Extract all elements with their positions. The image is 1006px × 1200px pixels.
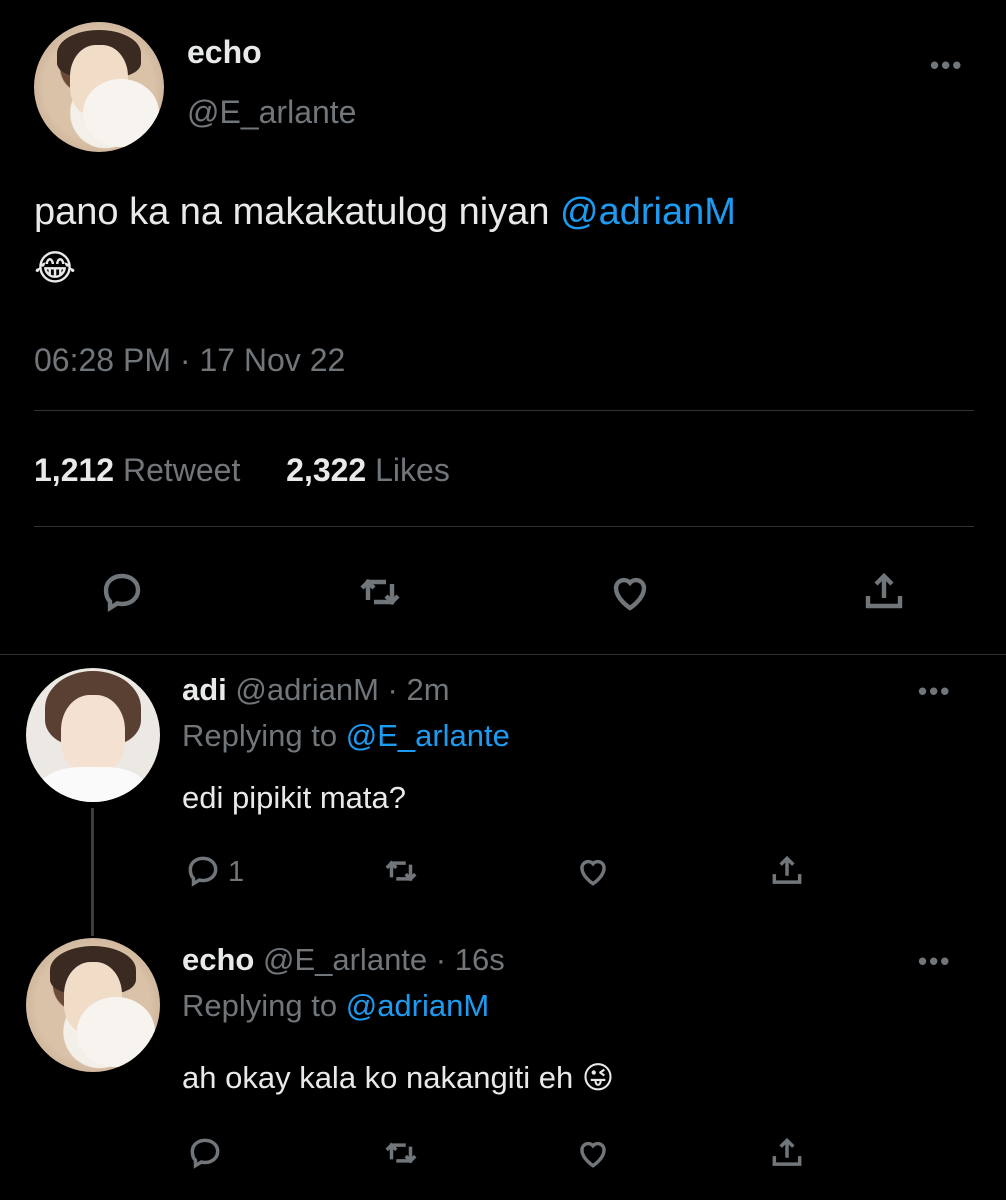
tweet-timestamp[interactable]: 06:28 PM · 17 Nov 22: [34, 342, 345, 379]
mention-link[interactable]: @E_arlante: [346, 718, 510, 753]
emoji-laughing-icon: 😂: [34, 247, 77, 288]
reply-header: echo @E_arlante · 16s: [182, 942, 505, 978]
like-icon[interactable]: [606, 568, 654, 616]
avatar[interactable]: [26, 668, 160, 802]
retweet-stat[interactable]: 1,212 Retweet: [34, 452, 249, 488]
replying-to: Replying to @adrianM: [182, 988, 489, 1024]
like-count: 2,322: [286, 452, 367, 488]
share-icon[interactable]: [768, 852, 806, 890]
reply-time[interactable]: · 2m: [388, 672, 450, 707]
replying-to-label: Replying to: [182, 718, 346, 753]
reply-count: 1: [228, 856, 245, 888]
replying-to-label: Replying to: [182, 988, 346, 1023]
reply-time[interactable]: · 16s: [436, 942, 505, 977]
reply-header: adi @adrianM · 2m: [182, 672, 450, 708]
mention-link[interactable]: @adrianM: [346, 988, 489, 1023]
engagement-stats: 1,212 Retweet 2,322 Likes: [34, 452, 450, 489]
retweet-icon[interactable]: [382, 1134, 420, 1172]
like-icon[interactable]: [574, 852, 612, 890]
handle[interactable]: @E_arlante: [187, 94, 356, 131]
display-name[interactable]: adi: [182, 672, 227, 707]
like-label: Likes: [375, 452, 450, 488]
divider: [0, 654, 1006, 655]
replying-to: Replying to @E_arlante: [182, 718, 510, 754]
avatar[interactable]: [34, 22, 164, 152]
display-name[interactable]: echo: [187, 34, 262, 71]
reply-text: edi pipikit mata?: [182, 780, 407, 815]
reply-text-body: ah okay kala ko nakangiti eh: [182, 1060, 574, 1095]
more-options-icon[interactable]: •••: [918, 676, 951, 707]
reply-icon[interactable]: [98, 568, 146, 616]
reply-icon[interactable]: [186, 1134, 224, 1172]
tweet-text: pano ka na makakatulog niyan @adrianM 😂: [34, 184, 974, 296]
divider: [34, 526, 974, 527]
more-options-icon[interactable]: •••: [918, 946, 951, 977]
divider: [34, 410, 974, 411]
mention-link[interactable]: @adrianM: [560, 191, 736, 233]
more-options-icon[interactable]: •••: [930, 50, 963, 81]
like-icon[interactable]: [574, 1134, 612, 1172]
retweet-icon[interactable]: [356, 568, 404, 616]
emoji-winking-tongue-icon: 😜: [581, 1060, 615, 1095]
avatar[interactable]: [26, 938, 160, 1072]
handle[interactable]: @E_arlante: [263, 942, 427, 977]
retweet-label: Retweet: [122, 452, 241, 488]
retweet-count: 1,212: [34, 452, 115, 488]
share-icon[interactable]: [768, 1134, 806, 1172]
tweet-text-body: pano ka na makakatulog niyan: [34, 191, 561, 233]
reply-icon[interactable]: [184, 852, 222, 890]
share-icon[interactable]: [860, 568, 908, 616]
display-name[interactable]: echo: [182, 942, 254, 977]
thread-connector-line: [91, 808, 94, 936]
retweet-icon[interactable]: [382, 852, 420, 890]
reply-text: ah okay kala ko nakangiti eh 😜: [182, 1060, 614, 1096]
like-stat[interactable]: 2,322 Likes: [286, 452, 450, 488]
handle[interactable]: @adrianM: [235, 672, 378, 707]
